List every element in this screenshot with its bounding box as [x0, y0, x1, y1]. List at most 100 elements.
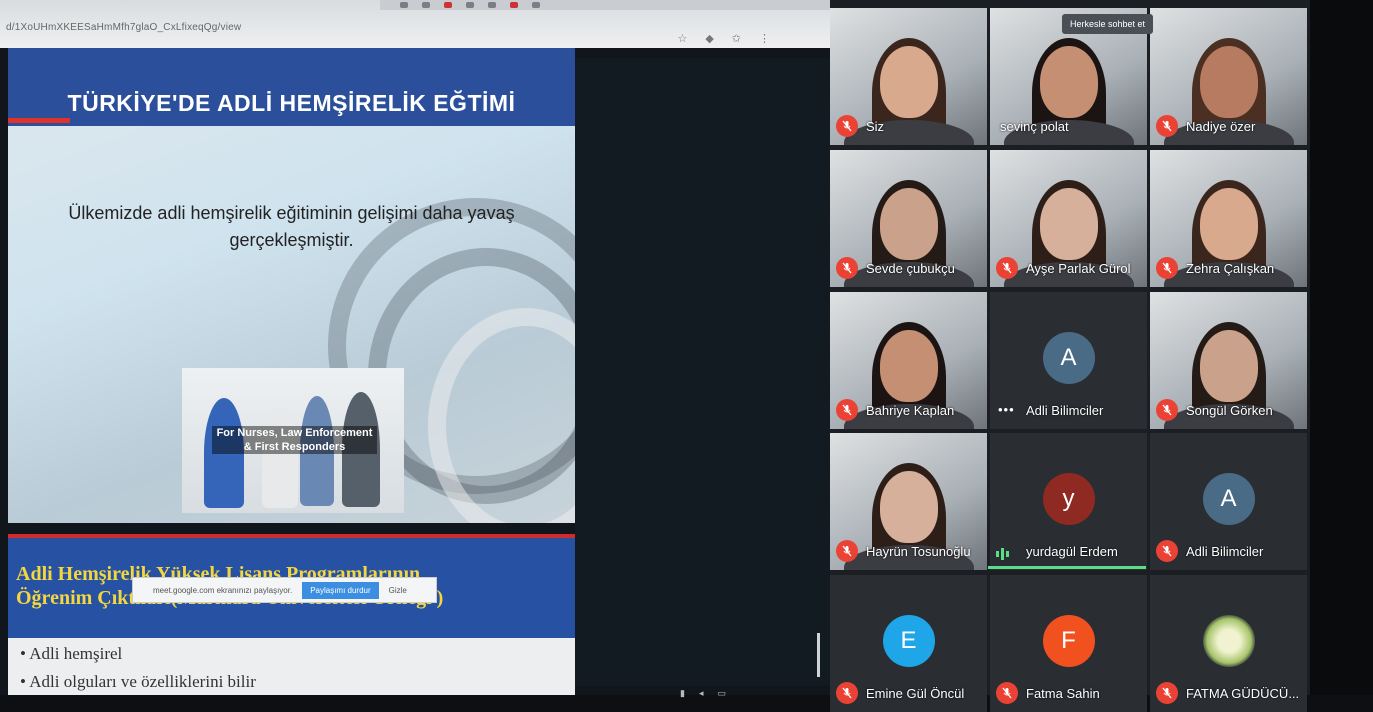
participant-tile[interactable]: E Emine Gül Öncül: [830, 575, 987, 712]
participant-name: Bahriye Kaplan: [866, 403, 955, 418]
muted-mic-icon: [996, 257, 1018, 279]
participant-avatar: y: [1042, 473, 1095, 525]
speaking-indicator-icon: [996, 548, 1009, 560]
network-icon[interactable]: ▮: [680, 688, 685, 699]
more-options-icon[interactable]: •••: [998, 402, 1015, 417]
presentation-background: [575, 58, 830, 686]
photo-caption: For Nurses, Law Enforcement & First Resp…: [212, 426, 377, 454]
participant-name: Adli Bilimciler: [1026, 403, 1104, 418]
participant-name: Siz: [866, 119, 885, 134]
participant-face: [1199, 46, 1258, 118]
slide-bullet: • Adli hemşirel: [20, 644, 123, 663]
volume-icon[interactable]: ◂: [699, 688, 704, 699]
participant-avatar: A: [1202, 473, 1255, 525]
system-tray: ▮ ◂ ▭: [680, 688, 726, 699]
address-bar[interactable]: d/1XoUHmXKEESaHmMfh7glaO_CxLfixeqQg/view: [6, 22, 241, 33]
participant-tile[interactable]: Ayşe Parlak Gürol: [990, 150, 1147, 287]
browser-action-icons: ☆ ◆ ✩ ⋮: [677, 32, 770, 45]
slide-bullet: • Adli olguları ve özelliklerini bilir: [20, 672, 256, 691]
slide-1: TÜRKİYE'DE ADLİ HEMŞİRELİK EĞTİMİ Ülkemi…: [8, 48, 575, 523]
slide-body-text: Ülkemizde adli hemşirelik eğitiminin gel…: [8, 200, 575, 254]
participant-tile[interactable]: A ••• Adli Bilimciler: [990, 292, 1147, 429]
muted-mic-icon: [1156, 540, 1178, 562]
participant-name: sevinç polat: [1000, 119, 1069, 134]
tab-icon[interactable]: [400, 2, 408, 8]
share-notice-text: meet.google.com ekranınızı paylaşıyor.: [153, 585, 293, 595]
muted-mic-icon: [836, 682, 858, 704]
tab-icon[interactable]: [532, 2, 540, 8]
slide-photo: For Nurses, Law Enforcement & First Resp…: [182, 368, 404, 513]
tab-icon[interactable]: [466, 2, 474, 8]
participant-face: [879, 46, 938, 118]
participant-face: [1039, 188, 1098, 260]
participant-tile[interactable]: Hayrün Tosunoğlu: [830, 433, 987, 570]
tab-icon[interactable]: [444, 2, 452, 8]
participant-tile[interactable]: FATMA GÜDÜCÜ...: [1150, 575, 1307, 712]
participant-name: Ayşe Parlak Gürol: [1026, 261, 1131, 276]
browser-tab-strip[interactable]: [380, 0, 850, 10]
participant-tile[interactable]: Bahriye Kaplan: [830, 292, 987, 429]
photo-person: [262, 408, 298, 508]
slide-title: TÜRKİYE'DE ADLİ HEMŞİRELİK EĞTİMİ: [67, 90, 516, 116]
participant-tile[interactable]: Songül Görken: [1150, 292, 1307, 429]
participant-tile[interactable]: Nadiye özer: [1150, 8, 1307, 145]
participant-name: Hayrün Tosunoğlu: [866, 544, 971, 559]
participant-tile[interactable]: Zehra Çalışkan: [1150, 150, 1307, 287]
participant-name: Sevde çubukçu: [866, 261, 955, 276]
muted-mic-icon: [1156, 399, 1178, 421]
participant-tile[interactable]: y yurdagül Erdem: [990, 433, 1147, 570]
screen-edge: [1310, 0, 1373, 695]
stop-sharing-button[interactable]: Paylaşımı durdur: [302, 581, 379, 599]
muted-mic-icon: [836, 257, 858, 279]
participant-tile[interactable]: F Fatma Sahin: [990, 575, 1147, 712]
participant-name: Nadiye özer: [1186, 119, 1256, 134]
participant-tile[interactable]: Siz: [830, 8, 987, 145]
scrollbar-handle[interactable]: [817, 633, 820, 677]
flower-avatar-icon: [1202, 615, 1255, 667]
muted-mic-icon: [1156, 257, 1178, 279]
photo-caption-line: & First Responders: [243, 441, 346, 453]
bookmark-icon[interactable]: ☆: [677, 32, 687, 45]
participant-face: [1199, 330, 1258, 402]
slide-body-line: gerçekleşmiştir.: [229, 230, 354, 250]
muted-mic-icon: [996, 682, 1018, 704]
chat-with-everyone-tooltip: Herkesle sohbet et: [1062, 14, 1154, 34]
participant-avatar: F: [1042, 615, 1095, 667]
participant-tile[interactable]: A Adli Bilimciler: [1150, 433, 1307, 570]
participant-body: [843, 120, 974, 145]
participant-tile[interactable]: Sevde çubukçu: [830, 150, 987, 287]
tab-icon[interactable]: [488, 2, 496, 8]
browser-toolbar: d/1XoUHmXKEESaHmMfh7glaO_CxLfixeqQg/view…: [0, 0, 850, 48]
muted-mic-icon: [1156, 115, 1178, 137]
participant-name: yurdagül Erdem: [1026, 544, 1118, 559]
participant-name: Emine Gül Öncül: [866, 686, 965, 701]
muted-mic-icon: [836, 540, 858, 562]
participant-face: [879, 330, 938, 402]
active-speaker-indicator: [988, 566, 1146, 569]
star-icon[interactable]: ✩: [732, 32, 741, 45]
hide-button[interactable]: Gizle: [389, 586, 407, 595]
participant-name: FATMA GÜDÜCÜ...: [1186, 686, 1300, 701]
slide-accent-bar: [8, 118, 70, 123]
participant-face: [1199, 188, 1258, 260]
participant-face: [879, 188, 938, 260]
participant-name: Adli Bilimciler: [1186, 544, 1264, 559]
muted-mic-icon: [836, 115, 858, 137]
participant-name: Zehra Çalışkan: [1186, 261, 1275, 276]
participant-face: [1039, 46, 1098, 118]
extension-icon[interactable]: ◆: [705, 32, 713, 45]
muted-mic-icon: [1156, 682, 1178, 704]
participant-avatar: A: [1042, 332, 1095, 384]
slide-2: Adli Hemşirelik Yüksek Lisans Programlar…: [8, 534, 575, 695]
tab-icon[interactable]: [422, 2, 430, 8]
screen-share-notification: meet.google.com ekranınızı paylaşıyor. P…: [132, 577, 437, 603]
participant-name: Songül Görken: [1186, 403, 1273, 418]
meet-participant-grid: Siz sevinç polat Nadiye özer Sevde çubukçu A…: [830, 0, 1310, 712]
menu-icon[interactable]: ⋮: [759, 32, 770, 45]
clock-icon[interactable]: ▭: [717, 688, 726, 699]
participant-name: Fatma Sahin: [1026, 686, 1100, 701]
participant-face: [879, 471, 938, 543]
tab-icon[interactable]: [510, 2, 518, 8]
slide-body-line: Ülkemizde adli hemşirelik eğitiminin gel…: [68, 203, 515, 223]
participant-avatar: E: [882, 615, 935, 667]
